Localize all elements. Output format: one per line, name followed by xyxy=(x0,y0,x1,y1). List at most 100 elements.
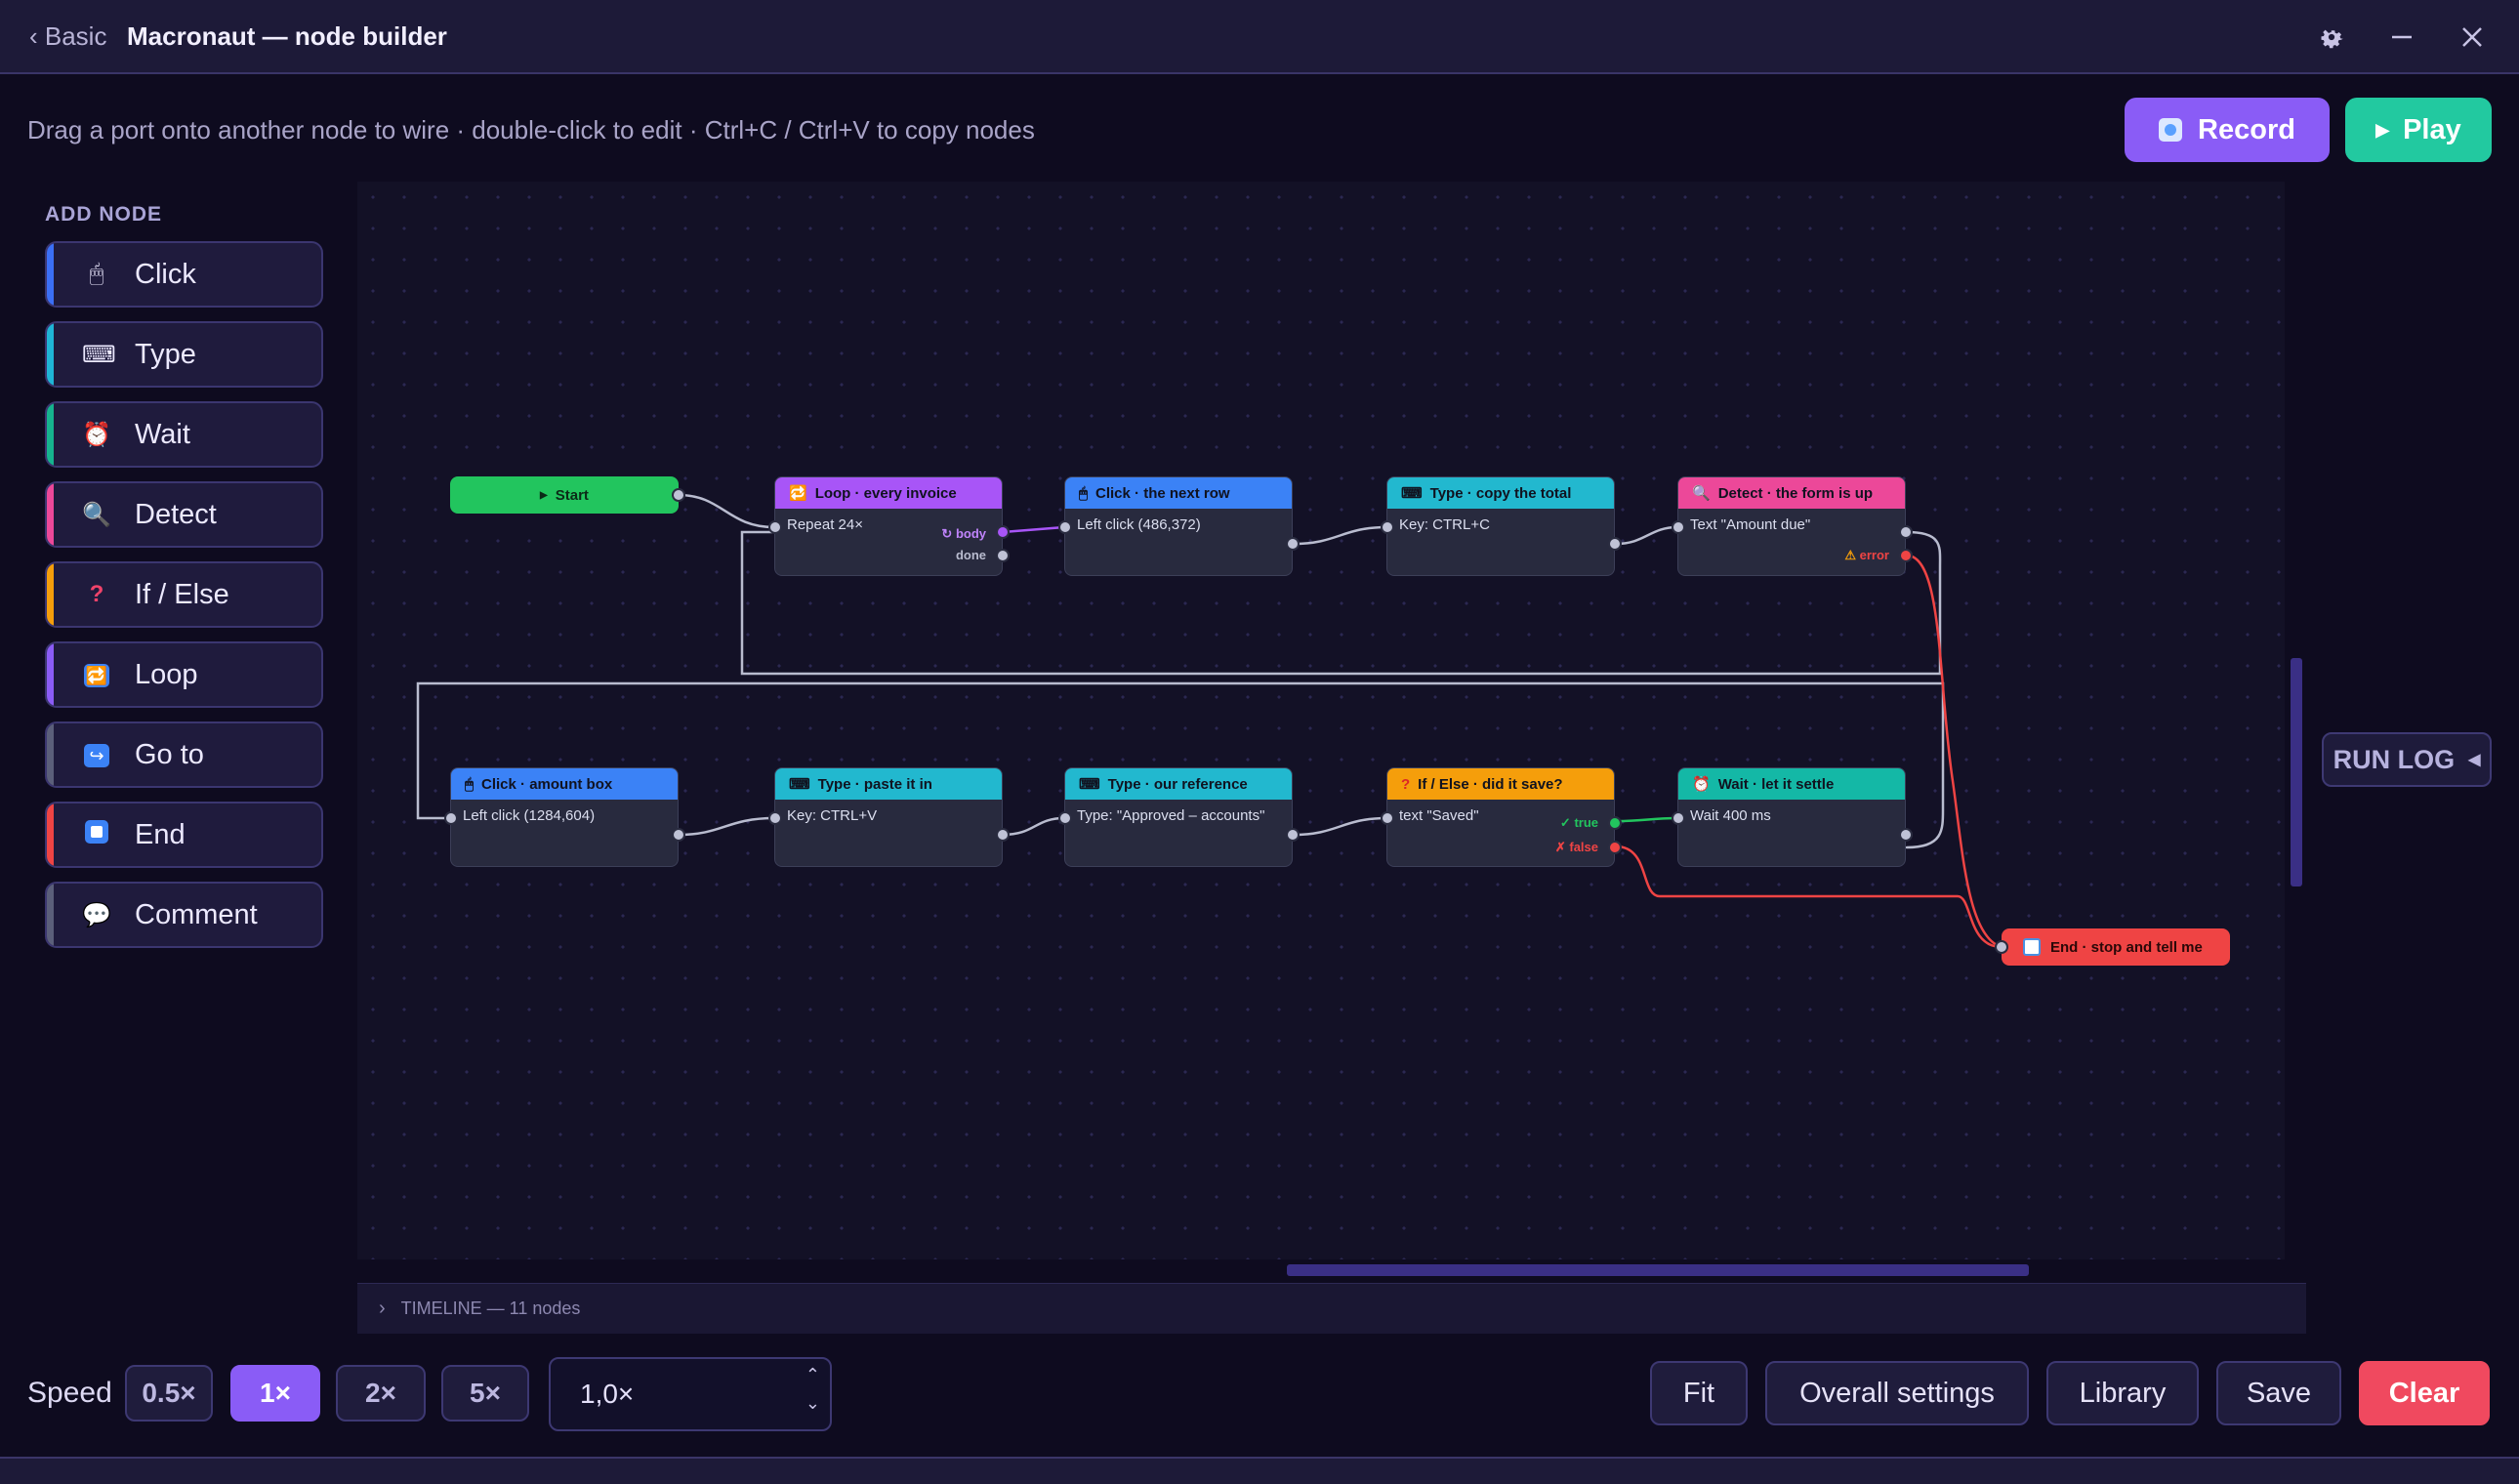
mouse-icon: 🖱 xyxy=(465,775,475,793)
output-port[interactable] xyxy=(672,828,685,842)
node-title: Click · amount box xyxy=(481,775,613,793)
overall-settings-button[interactable]: Overall settings xyxy=(1765,1361,2029,1425)
start-label: Start xyxy=(555,486,589,504)
wires xyxy=(416,493,2003,949)
node-body: Type: "Approved – accounts" xyxy=(1077,807,1265,824)
input-port[interactable] xyxy=(1381,811,1394,825)
output-port[interactable] xyxy=(1899,828,1913,842)
alarm-clock-icon: ⏰ xyxy=(1692,776,1711,793)
loop-node[interactable]: 🔁 Loop · every invoice Repeat 24× ↻ body … xyxy=(768,476,1010,576)
speed-label: Speed xyxy=(27,1377,112,1409)
wire-click-type xyxy=(1292,525,1388,546)
node-title: Click · the next row xyxy=(1095,484,1230,502)
node-title: Detect · the form is up xyxy=(1717,484,1874,502)
loop-icon: 🔁 xyxy=(789,485,807,502)
node-body: Key: CTRL+V xyxy=(787,807,878,824)
node-header: 🖱 Click · amount box xyxy=(451,768,678,800)
wire-type3-ifelse xyxy=(1292,816,1388,837)
output-port[interactable] xyxy=(1286,828,1300,842)
detect-node[interactable]: 🔍 Detect · the form is up Text "Amount du… xyxy=(1672,476,1913,576)
wait-node[interactable]: ⏰ Wait · let it settle Wait 400 ms xyxy=(1672,767,1913,867)
status-bar xyxy=(0,1457,2519,1484)
speed-option-1x[interactable]: 1× xyxy=(230,1365,320,1422)
node-header: ⌨ Type · our reference xyxy=(1065,768,1292,800)
output-port[interactable] xyxy=(672,488,685,502)
node-title: Wait · let it settle xyxy=(1717,775,1835,793)
input-port[interactable] xyxy=(768,520,782,534)
node-header: 🖱 Click · the next row xyxy=(1065,477,1292,509)
input-port[interactable] xyxy=(1058,520,1072,534)
node-title: Loop · every invoice xyxy=(814,484,957,502)
output-port[interactable] xyxy=(1899,525,1913,539)
wire-type-detect xyxy=(1614,525,1679,546)
node-title: If / Else · did it save? xyxy=(1418,775,1563,793)
wire-type2-type3 xyxy=(1001,816,1066,837)
type-node-reference[interactable]: ⌨ Type · our reference Type: "Approved – … xyxy=(1058,767,1300,867)
ifelse-node[interactable]: ? If / Else · did it save? text "Saved" ✓… xyxy=(1381,767,1622,867)
node-title: Type · paste it in xyxy=(817,775,932,793)
error-port[interactable] xyxy=(1899,549,1913,562)
run-log-toggle[interactable]: RUN LOG ◀ xyxy=(2322,732,2492,787)
custom-speed-stepper[interactable]: 1,0× ⌃ ⌄ xyxy=(549,1357,832,1431)
click-node-next-row[interactable]: 🖱 Click · the next row Left click (486,37… xyxy=(1058,476,1300,576)
input-port[interactable] xyxy=(1995,940,2008,954)
warning-icon: ⚠ xyxy=(1844,548,1857,562)
chevron-left-icon: ◀ xyxy=(2468,752,2481,768)
fit-button[interactable]: Fit xyxy=(1650,1361,1748,1425)
false-port[interactable] xyxy=(1608,841,1622,854)
true-port[interactable] xyxy=(1608,816,1622,830)
keyboard-icon: ⌨ xyxy=(1079,776,1100,793)
question-icon: ? xyxy=(1401,775,1411,793)
keyboard-icon: ⌨ xyxy=(789,776,810,793)
click-node-amount-box[interactable]: 🖱 Click · amount box Left click (1284,604… xyxy=(444,767,685,867)
horizontal-scrollbar[interactable] xyxy=(1287,1264,2029,1276)
wire-true-wait xyxy=(1614,816,1679,823)
input-port[interactable] xyxy=(1381,520,1394,534)
wire-loop-body xyxy=(1001,525,1066,534)
type-node-paste[interactable]: ⌨ Type · paste it in Key: CTRL+V xyxy=(768,767,1010,867)
wire-error-end xyxy=(1905,554,2003,949)
save-button[interactable]: Save xyxy=(2216,1361,2341,1425)
wire-click2-type2 xyxy=(677,816,776,837)
speed-option-0-5x[interactable]: 0.5× xyxy=(125,1365,213,1422)
stop-icon xyxy=(2023,938,2041,956)
node-body: Repeat 24× xyxy=(787,516,863,533)
error-port-label: ⚠ error xyxy=(1844,548,1889,562)
node-title: Type · copy the total xyxy=(1429,484,1572,502)
input-port[interactable] xyxy=(768,811,782,825)
custom-speed-value: 1,0× xyxy=(580,1379,635,1409)
node-body: Key: CTRL+C xyxy=(1399,516,1490,533)
output-port[interactable] xyxy=(1608,537,1622,551)
node-header: ⌨ Type · paste it in xyxy=(775,768,1002,800)
output-port[interactable] xyxy=(996,828,1010,842)
chevron-down-icon[interactable]: ⌄ xyxy=(805,1393,820,1414)
done-port[interactable] xyxy=(996,549,1010,562)
timeline-label: TIMELINE — 11 nodes xyxy=(400,1298,581,1318)
magnifier-icon: 🔍 xyxy=(1692,485,1711,502)
input-port[interactable] xyxy=(444,811,458,825)
false-port-label: ✗ false xyxy=(1554,840,1598,854)
node-header: ? If / Else · did it save? xyxy=(1387,768,1614,800)
output-port[interactable] xyxy=(1286,537,1300,551)
timeline-bar[interactable]: › TIMELINE — 11 nodes xyxy=(357,1283,2306,1334)
node-body: Text "Amount due" xyxy=(1690,516,1811,533)
node-body: text "Saved" xyxy=(1399,807,1479,824)
node-header: ⌨ Type · copy the total xyxy=(1387,477,1614,509)
clear-button[interactable]: Clear xyxy=(2359,1361,2490,1425)
input-port[interactable] xyxy=(1672,811,1685,825)
true-port-label: ✓ true xyxy=(1559,815,1598,830)
chevron-up-icon[interactable]: ⌃ xyxy=(805,1365,820,1385)
end-node[interactable]: End · stop and tell me xyxy=(1995,928,2230,966)
body-port[interactable] xyxy=(996,525,1010,539)
type-node-copy-total[interactable]: ⌨ Type · copy the total Key: CTRL+C xyxy=(1381,476,1622,576)
speed-option-5x[interactable]: 5× xyxy=(441,1365,529,1422)
body-port-label: ↻ body xyxy=(941,526,986,541)
start-node[interactable]: ▶ Start xyxy=(450,476,685,514)
vertical-scrollbar[interactable] xyxy=(2291,658,2302,886)
mouse-icon: 🖱 xyxy=(1079,484,1089,502)
speed-option-2x[interactable]: 2× xyxy=(336,1365,426,1422)
node-body: Left click (1284,604) xyxy=(463,807,596,824)
input-port[interactable] xyxy=(1672,520,1685,534)
input-port[interactable] xyxy=(1058,811,1072,825)
library-button[interactable]: Library xyxy=(2046,1361,2199,1425)
